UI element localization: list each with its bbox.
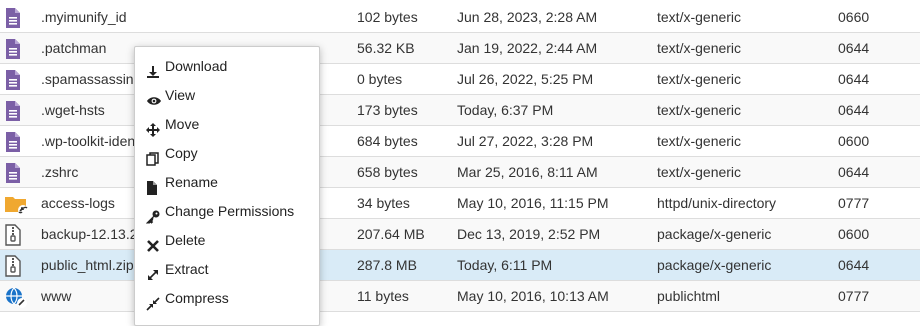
menu-item-label: Compress bbox=[165, 290, 229, 306]
file-size: 56.32 KB bbox=[357, 40, 415, 56]
menu-item-compress[interactable]: Compress bbox=[135, 284, 319, 313]
file-permissions: 0777 bbox=[838, 195, 870, 211]
file-name[interactable]: public_html.zip bbox=[41, 250, 134, 281]
file-type: text/x-generic bbox=[657, 164, 742, 180]
file-name[interactable]: access-logs bbox=[41, 188, 115, 219]
file-permissions: 0660 bbox=[838, 9, 870, 25]
menu-item-copy[interactable]: Copy bbox=[135, 139, 319, 168]
file-type: text/x-generic bbox=[657, 9, 742, 25]
file-icon bbox=[146, 176, 160, 195]
file-type: text/x-generic bbox=[657, 133, 742, 149]
key-icon bbox=[145, 205, 160, 224]
file-modified: Today, 6:11 PM bbox=[457, 257, 553, 273]
file-name[interactable]: .patchman bbox=[41, 33, 106, 64]
text-file-icon[interactable] bbox=[4, 33, 26, 64]
file-modified: Mar 25, 2016, 8:11 AM bbox=[457, 164, 598, 180]
file-permissions: 0644 bbox=[838, 257, 870, 273]
file-permissions: 0644 bbox=[838, 102, 870, 118]
file-name[interactable]: .spamassassin bbox=[41, 64, 134, 95]
expand-icon bbox=[146, 263, 160, 280]
menu-item-delete[interactable]: Delete bbox=[135, 226, 319, 255]
menu-item-label: Move bbox=[165, 116, 200, 132]
menu-item-label: View bbox=[165, 87, 196, 103]
file-size: 207.64 MB bbox=[357, 226, 425, 242]
text-file-icon[interactable] bbox=[4, 126, 26, 157]
globe-link-icon[interactable] bbox=[4, 281, 27, 312]
text-file-icon[interactable] bbox=[4, 64, 26, 95]
file-type: package/x-generic bbox=[657, 226, 772, 242]
file-modified: Jul 26, 2022, 5:25 PM bbox=[457, 71, 594, 87]
file-permissions: 0777 bbox=[838, 288, 870, 304]
menu-item-label: Change Permissions bbox=[165, 203, 295, 219]
context-menu: Download View Move Copy Rename Change Permiss… bbox=[134, 46, 320, 326]
menu-item-label: Rename bbox=[165, 174, 218, 190]
download-icon bbox=[146, 60, 160, 78]
file-size: 11 bytes bbox=[357, 288, 409, 304]
file-modified: Dec 13, 2019, 2:52 PM bbox=[457, 226, 601, 242]
file-permissions: 0600 bbox=[838, 226, 870, 242]
file-permissions: 0644 bbox=[838, 164, 870, 180]
file-permissions: 0600 bbox=[838, 133, 870, 149]
file-type: text/x-generic bbox=[657, 40, 742, 56]
menu-item-download[interactable]: Download bbox=[135, 52, 319, 81]
file-type: httpd/unix-directory bbox=[657, 195, 777, 211]
copy-icon bbox=[146, 147, 160, 166]
file-type: text/x-generic bbox=[657, 71, 742, 87]
file-modified: May 10, 2016, 11:15 PM bbox=[457, 195, 609, 211]
file-modified: Today, 6:37 PM bbox=[457, 102, 554, 118]
file-size: 0 bytes bbox=[357, 71, 403, 87]
file-type: package/x-generic bbox=[657, 257, 772, 273]
menu-item-label: Delete bbox=[165, 232, 206, 248]
file-name[interactable]: .wget-hsts bbox=[41, 95, 105, 126]
text-file-icon[interactable] bbox=[4, 95, 26, 126]
menu-item-change-permissions[interactable]: Change Permissions bbox=[135, 197, 319, 226]
file-size: 34 bytes bbox=[357, 195, 410, 211]
file-size: 102 bytes bbox=[357, 9, 418, 25]
file-permissions: 0644 bbox=[838, 71, 870, 87]
menu-item-label: Extract bbox=[165, 261, 209, 277]
file-size: 173 bytes bbox=[357, 102, 418, 118]
file-type: publichtml bbox=[657, 288, 721, 304]
file-size: 658 bytes bbox=[357, 164, 418, 180]
zip-file-icon[interactable] bbox=[4, 250, 26, 281]
move-icon bbox=[146, 118, 160, 137]
file-modified: Jan 19, 2022, 2:44 AM bbox=[457, 40, 598, 56]
close-icon bbox=[146, 234, 160, 252]
menu-item-view[interactable]: View bbox=[135, 81, 319, 110]
zip-file-icon[interactable] bbox=[4, 219, 26, 250]
file-modified: Jul 27, 2022, 3:28 PM bbox=[457, 133, 594, 149]
file-modified: Jun 28, 2023, 2:28 AM bbox=[457, 9, 598, 25]
file-modified: May 10, 2016, 10:13 AM bbox=[457, 288, 609, 304]
file-permissions: 0644 bbox=[838, 40, 870, 56]
menu-item-label: Download bbox=[165, 58, 228, 74]
file-name[interactable]: www bbox=[41, 281, 71, 312]
text-file-icon[interactable] bbox=[4, 2, 26, 33]
eye-icon bbox=[146, 89, 161, 105]
menu-item-move[interactable]: Move bbox=[135, 110, 319, 139]
file-name[interactable]: .zshrc bbox=[41, 157, 78, 188]
compress-icon bbox=[146, 292, 160, 311]
file-name[interactable]: .myimunify_id bbox=[41, 2, 127, 33]
file-size: 287.8 MB bbox=[357, 257, 417, 273]
text-file-icon[interactable] bbox=[4, 157, 26, 188]
file-type: text/x-generic bbox=[657, 102, 742, 118]
menu-item-extract[interactable]: Extract bbox=[135, 255, 319, 284]
table-row[interactable]: .myimunify_id 102 bytes Jun 28, 2023, 2:28… bbox=[0, 2, 920, 33]
file-size: 684 bytes bbox=[357, 133, 418, 149]
folder-link-icon[interactable] bbox=[4, 188, 28, 219]
menu-item-rename[interactable]: Rename bbox=[135, 168, 319, 197]
menu-item-label: Copy bbox=[165, 145, 198, 161]
